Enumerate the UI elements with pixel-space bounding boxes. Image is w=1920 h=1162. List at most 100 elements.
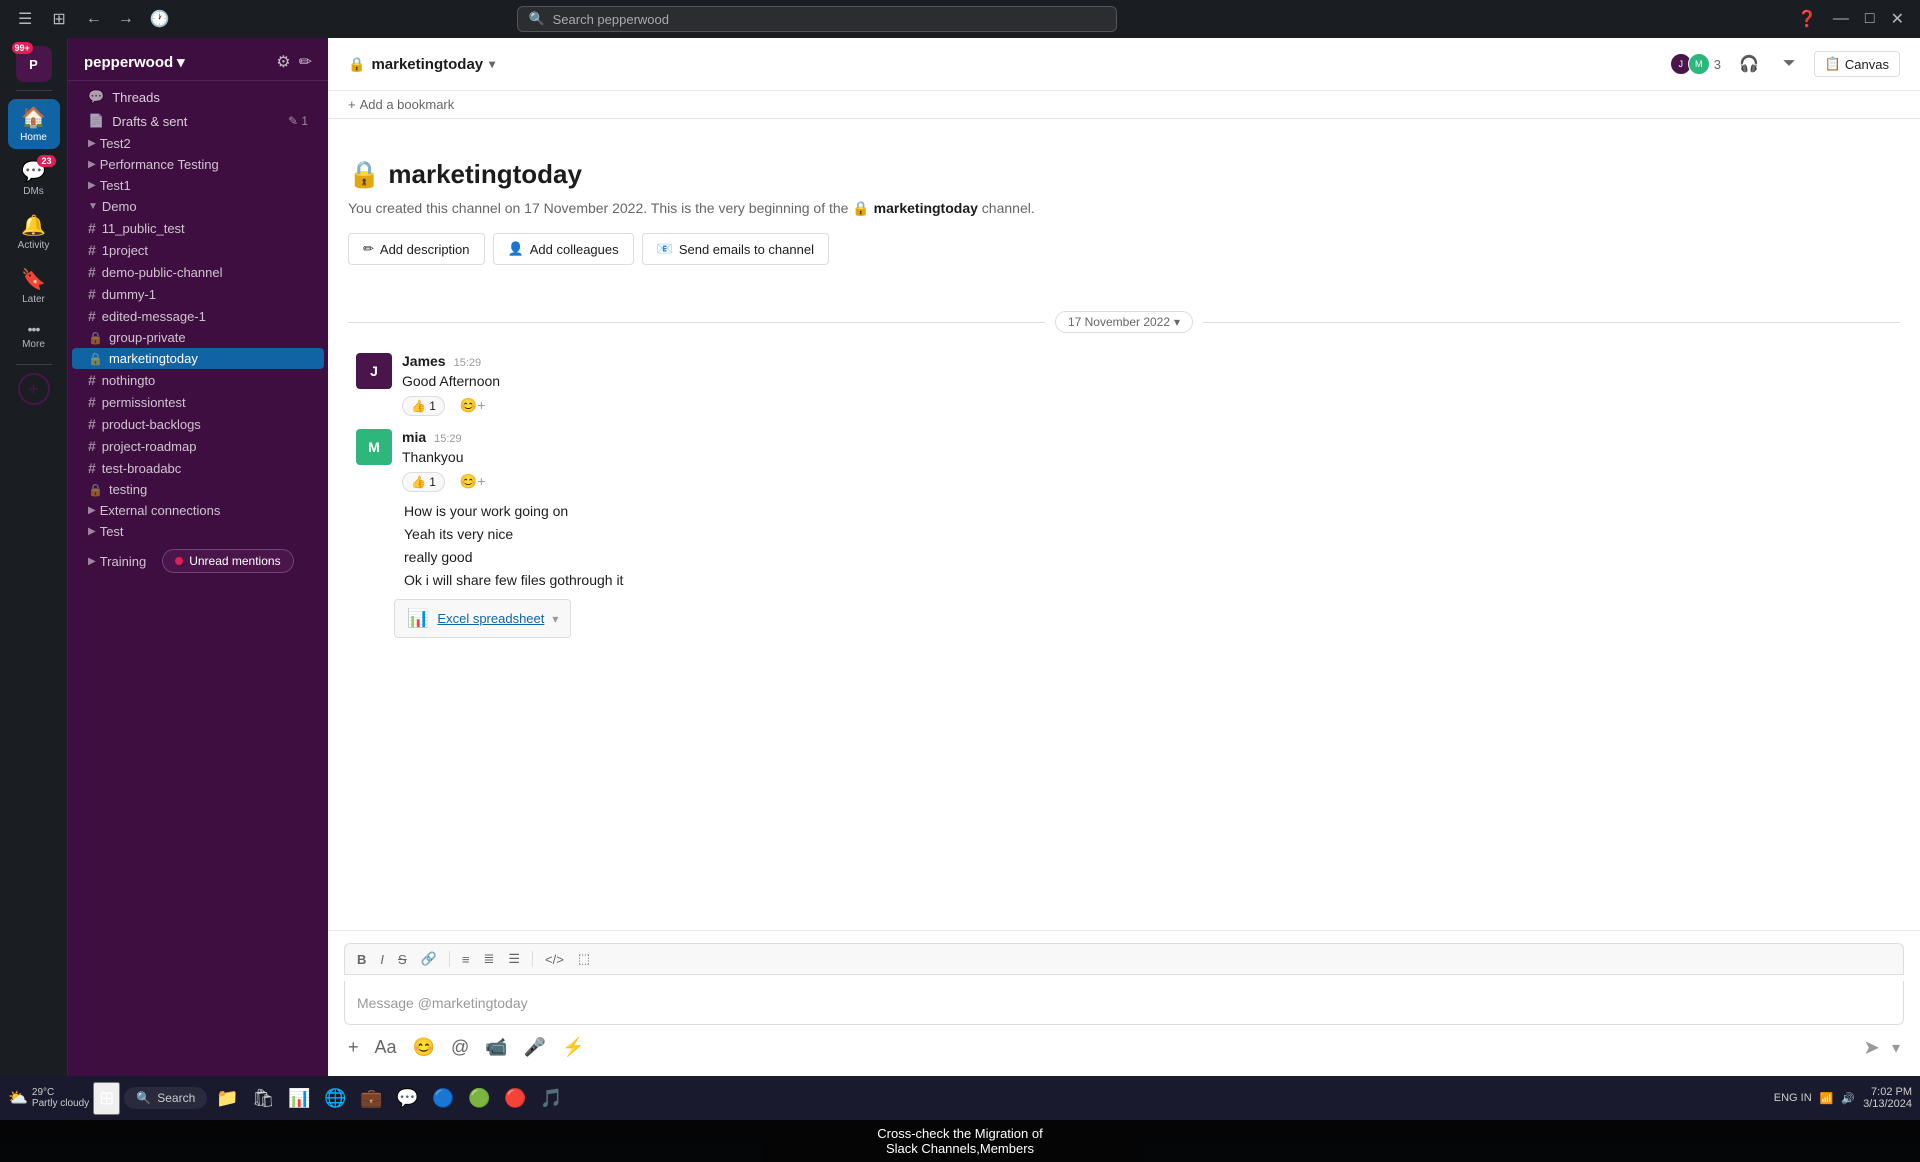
emoji-button[interactable]: 😊 [409,1033,439,1062]
sidebar-item-activity[interactable]: 🔔 Activity [8,207,60,257]
close-button[interactable]: ✕ [1887,5,1908,33]
taskbar-app-teams[interactable]: 💼 [355,1082,387,1114]
sidebar-item-group-private[interactable]: 🔒 group-private [72,327,324,348]
link-button[interactable]: 🔗 [415,948,443,970]
sidebar-item-drafts[interactable]: 📄 Drafts & sent ✎ 1 [72,109,324,133]
sidebar-item-dms[interactable]: 💬 DMs 23 [8,153,60,203]
maximize-button[interactable]: □ [1861,6,1879,32]
sidebar-item-performance-testing[interactable]: ▶ Performance Testing [72,154,324,175]
test1-chevron-icon: ▶ [88,180,96,191]
james-author[interactable]: James [402,353,446,369]
taskbar-app-store[interactable]: 🛍 [247,1082,279,1114]
voice-button[interactable]: 🎤 [520,1033,550,1062]
unordered-list-button[interactable]: ≣ [477,948,500,970]
windows-start-button[interactable]: ⊞ [93,1082,120,1115]
sidebar-item-marketingtoday[interactable]: 🔒 marketingtoday [72,348,324,369]
taskbar-search[interactable]: 🔍 Search [124,1087,207,1109]
send-button[interactable]: ➤ [1859,1031,1884,1064]
forward-button[interactable]: → [112,5,140,33]
perf-testing-label: Performance Testing [100,157,219,172]
workspace-avatar[interactable]: P 99+ [16,46,52,82]
mia-reaction-thumbs[interactable]: 👍 1 [402,472,445,492]
weather-widget[interactable]: ⛅ 29°C Partly cloudy [8,1087,89,1109]
taskbar-app-excel[interactable]: 📊 [283,1082,315,1114]
sidebar-item-nothingto[interactable]: # nothingto [72,369,324,391]
code-button[interactable]: </> [539,949,570,970]
ordered-list-button[interactable]: ≡ [456,949,476,970]
taskbar-app-files[interactable]: 📁 [211,1082,243,1114]
sidebar-item-demo-public[interactable]: # demo-public-channel [72,261,324,283]
send-emails-button[interactable]: 📧 Send emails to channel [642,233,829,265]
sidebar-toggle-button[interactable]: ⊞ [46,5,71,33]
code-block-button[interactable]: ⬚ [572,948,596,970]
sidebar-item-1project[interactable]: # 1project [72,239,324,261]
mia-add-reaction-button[interactable]: 😊+ [453,470,493,493]
send-expand-button[interactable]: ▾ [1888,1034,1904,1062]
hamburger-button[interactable]: ☰ [12,5,38,33]
sidebar-item-dummy-1[interactable]: # dummy-1 [72,283,324,305]
date-text: 17 November 2022 [1068,315,1170,329]
snippets-button[interactable]: ⚡ [558,1033,588,1062]
sidebar-item-later[interactable]: 🔖 Later [8,261,60,311]
workspace-name[interactable]: pepperwood ▾ [84,53,185,71]
sidebar-item-demo[interactable]: ▼ Demo [72,196,324,217]
bold-button[interactable]: B [351,949,372,970]
canvas-button[interactable]: 📋 Canvas [1814,51,1900,77]
sidebar-item-external[interactable]: ▶ External connections [72,500,324,521]
sidebar-item-test-broadabc[interactable]: # test-broadabc [72,457,324,479]
back-button[interactable]: ← [80,5,108,33]
title-bar-left: ☰ ⊞ [12,5,72,33]
date-divider-label[interactable]: 17 November 2022 ▾ [1055,311,1193,333]
sidebar-item-test2[interactable]: ▶ Test2 [72,133,324,154]
sidebar-item-product-backlogs[interactable]: # product-backlogs [72,413,324,435]
strikethrough-button[interactable]: S [392,949,413,970]
mia-author[interactable]: mia [402,429,426,445]
james-add-reaction-button[interactable]: 😊+ [453,394,493,417]
sidebar-item-threads[interactable]: 💬 Threads [72,85,324,109]
taskbar-app-chrome[interactable]: 🔵 [427,1082,459,1114]
add-colleagues-button[interactable]: 👤 Add colleagues [493,233,634,265]
taskbar-app-chrome3[interactable]: 🔴 [499,1082,531,1114]
huddle-button[interactable]: 🎧 [1733,50,1765,78]
taskbar-app-slack[interactable]: 💬 [391,1082,423,1114]
date-text: 3/13/2024 [1863,1098,1912,1110]
taskbar-app-media[interactable]: 🎵 [535,1082,567,1114]
sidebar-item-permissiontest[interactable]: # permissiontest [72,391,324,413]
sidebar-item-training[interactable]: ▶ Training Unread mentions [72,542,324,580]
sidebar-item-test1[interactable]: ▶ Test1 [72,175,324,196]
add-attachment-button[interactable]: + [344,1033,363,1062]
dms-badge: 23 [37,155,55,167]
file-preview[interactable]: 📊 Excel spreadsheet ▾ [394,599,571,638]
unread-mentions-button[interactable]: Unread mentions [162,549,293,573]
james-reaction-thumbs[interactable]: 👍 1 [402,396,445,416]
unread-mentions-pill[interactable]: Unread mentions [154,545,301,577]
sidebar-item-11-public[interactable]: # 11_public_test [72,217,324,239]
sidebar-item-edited[interactable]: # edited-message-1 [72,305,324,327]
sidebar-item-testing[interactable]: 🔒 testing [72,479,324,500]
sidebar-item-test-group[interactable]: ▶ Test [72,521,324,542]
mention-button[interactable]: @ [447,1033,473,1062]
header-members[interactable]: J M 3 [1674,53,1721,75]
italic-button[interactable]: I [374,949,390,970]
sidebar-item-home[interactable]: 🏠 Home [8,99,60,149]
huddle-compose-button[interactable]: 📹 [481,1033,511,1062]
sidebar-item-more[interactable]: ••• More [8,315,60,356]
history-button[interactable]: 🕐 [144,5,176,33]
filter-icon[interactable]: ⚙ [276,52,290,72]
minimize-button[interactable]: — [1829,6,1853,32]
compose-icon[interactable]: ✏ [299,52,312,72]
taskbar-app-chrome2[interactable]: 🟢 [463,1082,495,1114]
audio-button[interactable]: ⏷ [1777,51,1802,77]
add-bookmark-button[interactable]: + Add a bookmark [348,97,1900,112]
indent-button[interactable]: ☰ [502,948,526,970]
sidebar-item-project-roadmap[interactable]: # project-roadmap [72,435,324,457]
formatting-button[interactable]: Aa [371,1033,401,1062]
composer-input[interactable]: Message @marketingtoday [344,981,1904,1025]
help-button[interactable]: ❓ [1793,5,1821,33]
date-divider: 17 November 2022 ▾ [348,311,1900,333]
taskbar-app-browser[interactable]: 🌐 [319,1082,351,1114]
add-workspace-button[interactable]: + [18,373,50,405]
search-bar[interactable]: 🔍 Search pepperwood [517,6,1117,32]
channel-name-header[interactable]: 🔒 marketingtoday ▾ [348,56,495,73]
add-description-button[interactable]: ✏ Add description [348,233,485,265]
